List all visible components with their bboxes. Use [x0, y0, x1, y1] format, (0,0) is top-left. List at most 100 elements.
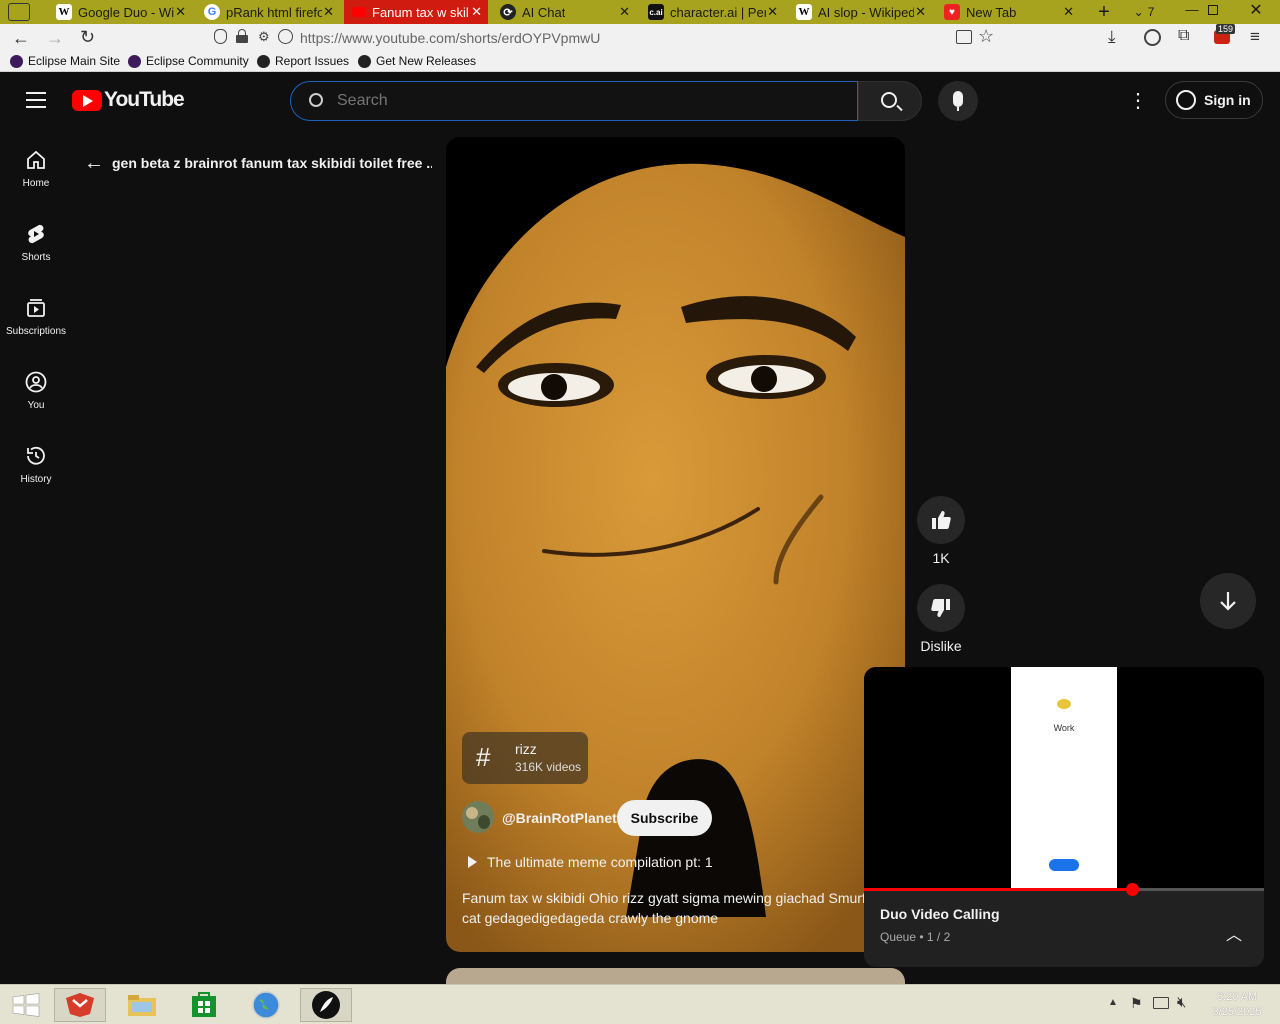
- google-icon: G: [204, 4, 220, 20]
- shorts-video-player[interactable]: # rizz 316K videos @BrainRotPlanet Subsc…: [446, 137, 905, 952]
- browser-tab-bar: W Google Duo - Wi ✕ G pRank html firefo …: [0, 0, 1280, 24]
- miniplayer-scrubber[interactable]: [1126, 883, 1139, 896]
- like-button[interactable]: [917, 496, 965, 544]
- eclipse-icon: [10, 54, 23, 68]
- phone-screen-heading: Work: [1053, 723, 1075, 733]
- next-short-button[interactable]: [1200, 573, 1256, 629]
- thumbs-down-icon: [931, 599, 950, 617]
- tab-youtube-active[interactable]: Fanum tax w skib ✕: [344, 0, 488, 24]
- more-options-icon[interactable]: ⋮: [1128, 90, 1148, 112]
- dislike-button[interactable]: [917, 584, 965, 632]
- tab-ai-chat[interactable]: ⟳ AI Chat ✕: [492, 0, 636, 24]
- back-arrow-icon[interactable]: ←: [84, 152, 104, 175]
- action-center-flag-icon[interactable]: ⚑: [1130, 995, 1143, 1012]
- wikipedia-icon: W: [56, 4, 72, 20]
- taskbar-network-app[interactable]: [240, 988, 292, 1022]
- back-arrow-icon[interactable]: ←: [12, 28, 30, 49]
- close-tab-icon[interactable]: ✕: [471, 4, 482, 20]
- sidebar-item-history[interactable]: History: [0, 444, 72, 485]
- short-title: gen beta z brainrot fanum tax skibidi to…: [112, 155, 432, 171]
- taskbar-file-explorer[interactable]: [116, 988, 168, 1022]
- maximize-button[interactable]: [1208, 5, 1218, 15]
- search-box[interactable]: [290, 81, 858, 121]
- lock-icon[interactable]: [236, 29, 248, 43]
- start-button[interactable]: [0, 988, 52, 1022]
- miniplayer-progress-track[interactable]: [864, 883, 1264, 896]
- close-tab-icon[interactable]: ✕: [175, 4, 186, 20]
- taskbar-store[interactable]: [178, 988, 230, 1022]
- tab-google-duo[interactable]: W Google Duo - Wi ✕: [48, 0, 192, 24]
- play-icon: [468, 856, 477, 868]
- next-short-preview[interactable]: [446, 968, 905, 984]
- show-hidden-icons-chevron-icon[interactable]: ▲: [1108, 997, 1118, 1008]
- miniplayer-queue: Queue • 1 / 2: [880, 930, 951, 944]
- sign-in-button[interactable]: Sign in: [1165, 81, 1263, 119]
- hashtag-chip[interactable]: # rizz 316K videos: [462, 732, 588, 784]
- reload-icon[interactable]: ↻: [80, 27, 95, 48]
- sidebar-item-subscriptions[interactable]: Subscriptions: [0, 296, 72, 337]
- sidebar-item-shorts[interactable]: Shorts: [0, 222, 72, 263]
- you-icon: [25, 371, 47, 393]
- bookmark-eclipse-main[interactable]: Eclipse Main Site: [10, 54, 120, 68]
- bookmark-report-issues[interactable]: Report Issues: [257, 54, 349, 68]
- network-icon[interactable]: [1153, 997, 1169, 1009]
- minimize-button[interactable]: —: [1180, 0, 1204, 24]
- picture-in-picture-icon[interactable]: [956, 30, 972, 44]
- tab-characterai[interactable]: c.ai character.ai | Pers ✕: [640, 0, 784, 24]
- close-tab-icon[interactable]: ✕: [1063, 4, 1074, 20]
- tab-list-icon[interactable]: [8, 3, 30, 21]
- miniplayer[interactable]: Work Duo Video Calling Queue • 1 / 2 ︿: [864, 667, 1264, 967]
- search-button[interactable]: [858, 81, 922, 121]
- channel-avatar[interactable]: [462, 801, 494, 833]
- miniplayer-progress-fill: [864, 888, 1132, 891]
- youtube-logo[interactable]: YouTube: [72, 88, 185, 112]
- close-tab-icon[interactable]: ✕: [915, 4, 926, 20]
- taskbar-clock[interactable]: 6:20 AM 3/25/2025: [1200, 990, 1274, 1020]
- taskbar-browser[interactable]: [54, 988, 106, 1022]
- duo-logo-icon: [1057, 699, 1071, 709]
- menu-hamburger-icon[interactable]: ≡: [1250, 27, 1260, 47]
- account-icon[interactable]: [1144, 29, 1161, 46]
- taskbar-active-app[interactable]: [300, 988, 352, 1022]
- github-icon: [257, 54, 270, 68]
- forward-arrow-icon[interactable]: →: [46, 28, 64, 49]
- bookmark-star-icon[interactable]: ☆: [978, 26, 994, 47]
- bookmark-eclipse-community[interactable]: Eclipse Community: [128, 54, 249, 68]
- windows-taskbar: ▲ ⚑ 🔇︎ 6:20 AM 3/25/2025: [0, 984, 1280, 1024]
- shield-icon[interactable]: [214, 29, 227, 44]
- close-tab-icon[interactable]: ✕: [619, 4, 630, 20]
- playlist-link[interactable]: The ultimate meme compilation pt: 1: [487, 854, 713, 870]
- miniplayer-title: Duo Video Calling: [880, 906, 1000, 922]
- download-icon[interactable]: ⤓: [1108, 27, 1116, 47]
- tracking-blocked-icon[interactable]: [278, 29, 293, 44]
- close-tab-icon[interactable]: ✕: [323, 4, 334, 20]
- subscribe-button[interactable]: Subscribe: [617, 800, 712, 836]
- extensions-icon[interactable]: ⧉: [1178, 27, 1189, 45]
- permissions-icon[interactable]: ⚙: [258, 29, 270, 45]
- sidebar-item-you[interactable]: You: [0, 370, 72, 411]
- characterai-icon: c.ai: [648, 4, 664, 20]
- voice-search-button[interactable]: [938, 81, 978, 121]
- windows-logo-icon: [12, 993, 40, 1017]
- url-field[interactable]: https://www.youtube.com/shorts/erdOYPVpm…: [300, 30, 600, 46]
- tab-new-tab[interactable]: ♥ New Tab ✕: [936, 0, 1080, 24]
- globe-icon: [252, 991, 280, 1019]
- arrow-down-icon: [1220, 592, 1236, 611]
- new-tab-button[interactable]: +: [1092, 0, 1116, 24]
- search-input[interactable]: [337, 90, 837, 112]
- sidebar-item-home[interactable]: Home: [0, 148, 72, 189]
- guide-menu-icon[interactable]: [26, 92, 46, 108]
- bookmark-get-new-releases[interactable]: Get New Releases: [358, 54, 476, 68]
- tab-ai-slop[interactable]: W AI slop - Wikiped ✕: [788, 0, 932, 24]
- tab-overflow-button[interactable]: ⌄ 7: [1126, 0, 1162, 24]
- volume-muted-icon[interactable]: 🔇︎: [1177, 994, 1186, 1011]
- expand-queue-chevron-icon[interactable]: ︿: [1226, 921, 1242, 945]
- channel-name[interactable]: @BrainRotPlanet: [502, 810, 617, 826]
- history-icon: [27, 446, 45, 465]
- wikipedia-icon: W: [796, 4, 812, 20]
- account-circle-icon: [1176, 90, 1196, 110]
- close-window-button[interactable]: ✕: [1232, 0, 1280, 24]
- close-tab-icon[interactable]: ✕: [767, 4, 778, 20]
- miniplayer-video[interactable]: Work: [864, 667, 1264, 889]
- tab-prank[interactable]: G pRank html firefo ✕: [196, 0, 340, 24]
